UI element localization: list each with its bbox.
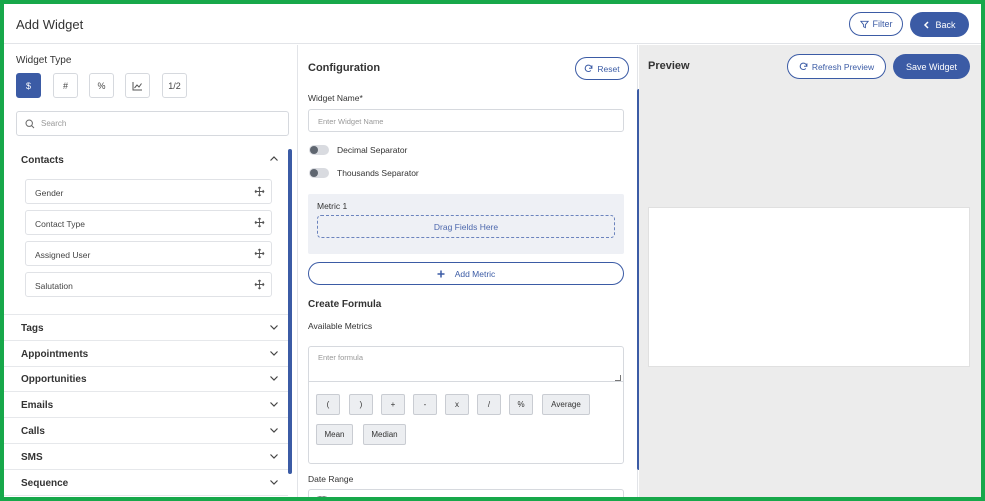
chevron-up-icon[interactable]: [269, 154, 279, 164]
add-metric-label: Add Metric: [454, 268, 496, 279]
plus-icon: [437, 270, 445, 277]
category-contacts[interactable]: Contacts: [4, 147, 288, 173]
formula-input[interactable]: Enter formula: [309, 347, 623, 382]
type-percent-button[interactable]: %: [89, 73, 114, 98]
operator-percent-button[interactable]: %: [509, 394, 533, 415]
filter-label: Filter: [872, 19, 893, 29]
chevron-down-icon[interactable]: [269, 322, 279, 332]
type-currency-button[interactable]: $: [16, 73, 41, 98]
category-label: Appointments: [21, 349, 89, 360]
metric-box: Metric 1 Drag Fields Here: [308, 194, 624, 254]
operator-close-paren-button[interactable]: ): [349, 394, 373, 415]
chevron-down-icon[interactable]: [269, 425, 279, 435]
type-fraction-button[interactable]: 1/2: [162, 73, 187, 98]
preview-title: Preview: [648, 60, 690, 72]
chevron-down-icon[interactable]: [269, 373, 279, 383]
preview-panel: Preview Refresh Preview Save Widget: [639, 45, 981, 497]
category-emails[interactable]: Emails: [4, 392, 288, 418]
field-contact-type[interactable]: Contact Type: [25, 210, 272, 235]
thousands-separator-toggle[interactable]: [309, 168, 329, 178]
app-window: Add Widget Filter Back Widget Type $ # %…: [0, 0, 985, 501]
chevron-down-icon[interactable]: [269, 477, 279, 487]
thousands-separator-label: Thousands Separator: [337, 168, 419, 178]
refresh-preview-label: Refresh Preview: [811, 61, 875, 72]
category-label: SMS: [21, 452, 43, 463]
field-assigned-user[interactable]: Assigned User: [25, 241, 272, 266]
widget-preview-area: [648, 207, 970, 367]
field-label: Gender: [35, 188, 64, 198]
fields-scrollbar[interactable]: [288, 149, 292, 474]
filter-icon: [859, 20, 869, 28]
refresh-preview-button[interactable]: Refresh Preview: [787, 54, 886, 79]
move-icon[interactable]: [254, 279, 265, 290]
chevron-left-icon: [924, 20, 930, 29]
category-tags[interactable]: Tags: [4, 315, 288, 341]
search-input[interactable]: Search: [16, 111, 289, 136]
category-label: Opportunities: [21, 374, 87, 385]
type-chart-button[interactable]: [125, 73, 150, 98]
operator-mean-button[interactable]: Mean: [316, 424, 353, 445]
resize-handle-icon[interactable]: [615, 375, 621, 381]
date-range-label: Date Range: [308, 474, 354, 484]
operator-open-paren-button[interactable]: (: [316, 394, 340, 415]
save-widget-button[interactable]: Save Widget: [893, 54, 970, 79]
fields-panel: Widget Type $ # % 1/2 Search Contacts Ge…: [4, 45, 298, 497]
date-range-input[interactable]: [308, 489, 624, 497]
refresh-icon: [799, 62, 808, 71]
top-bar: Add Widget Filter Back: [4, 4, 981, 44]
operator-average-button[interactable]: Average: [542, 394, 590, 415]
chart-icon: [132, 81, 142, 90]
decimal-separator-toggle[interactable]: [309, 145, 329, 155]
chevron-down-icon[interactable]: [269, 399, 279, 409]
category-label: Tags: [21, 323, 44, 334]
configuration-panel: Configuration Reset Widget Name* Enter W…: [299, 45, 641, 497]
operator-divide-button[interactable]: /: [477, 394, 501, 415]
search-placeholder: Search: [41, 119, 67, 128]
reset-button[interactable]: Reset: [575, 57, 629, 80]
operator-minus-button[interactable]: -: [413, 394, 437, 415]
field-salutation[interactable]: Salutation: [25, 272, 272, 297]
drag-fields-dropzone[interactable]: Drag Fields Here: [317, 215, 615, 238]
field-label: Assigned User: [35, 250, 91, 260]
configuration-title: Configuration: [308, 62, 381, 74]
widget-name-input[interactable]: Enter Widget Name: [308, 109, 624, 132]
widget-name-label: Widget Name*: [308, 93, 363, 103]
category-appointments[interactable]: Appointments: [4, 341, 288, 367]
calendar-icon: [317, 496, 327, 497]
search-icon: [25, 118, 35, 128]
category-calls[interactable]: Calls: [4, 418, 288, 444]
chevron-down-icon[interactable]: [269, 348, 279, 358]
category-label: Contacts: [21, 155, 64, 166]
type-number-button[interactable]: #: [53, 73, 78, 98]
page-title: Add Widget: [16, 17, 84, 32]
available-metrics-label: Available Metrics: [308, 321, 373, 331]
reset-label: Reset: [597, 63, 620, 74]
decimal-separator-label: Decimal Separator: [337, 145, 408, 155]
add-metric-button[interactable]: Add Metric: [308, 262, 624, 285]
formula-editor: Enter formula ( ) + - x / % Average Mean…: [308, 346, 624, 464]
filter-button[interactable]: Filter: [849, 12, 903, 36]
field-label: Contact Type: [35, 219, 85, 229]
move-icon[interactable]: [254, 217, 265, 228]
operator-plus-button[interactable]: +: [381, 394, 405, 415]
move-icon[interactable]: [254, 186, 265, 197]
back-label: Back: [935, 19, 956, 30]
chevron-down-icon[interactable]: [269, 451, 279, 461]
category-sms[interactable]: SMS: [4, 444, 288, 470]
category-label: Sequence: [21, 478, 69, 489]
category-sequence[interactable]: Sequence: [4, 470, 288, 496]
refresh-icon: [585, 64, 593, 73]
field-gender[interactable]: Gender: [25, 179, 272, 204]
widget-type-label: Widget Type: [16, 55, 72, 66]
move-icon[interactable]: [254, 248, 265, 259]
back-button[interactable]: Back: [910, 12, 969, 37]
create-formula-title: Create Formula: [308, 299, 382, 310]
operator-median-button[interactable]: Median: [363, 424, 406, 445]
category-label: Emails: [21, 400, 54, 411]
field-label: Salutation: [35, 281, 73, 291]
operator-multiply-button[interactable]: x: [445, 394, 469, 415]
category-opportunities[interactable]: Opportunities: [4, 366, 288, 392]
category-label: Calls: [21, 426, 45, 437]
metric-label: Metric 1: [317, 201, 348, 211]
